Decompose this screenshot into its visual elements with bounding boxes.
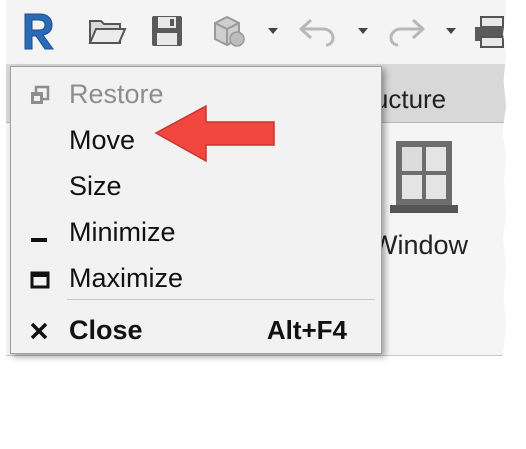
undo-icon[interactable] bbox=[292, 10, 342, 52]
window-tool-button[interactable] bbox=[372, 137, 482, 224]
annotation-arrow-icon bbox=[154, 104, 275, 163]
menu-item-label: Size bbox=[69, 171, 122, 201]
open-folder-icon[interactable] bbox=[84, 10, 130, 52]
window-icon bbox=[390, 141, 458, 213]
restore-icon bbox=[31, 85, 50, 104]
menu-item-label: Minimize bbox=[69, 217, 176, 247]
print-icon[interactable] bbox=[470, 10, 506, 52]
sync-dropdown-chevron-down-icon[interactable] bbox=[268, 28, 278, 34]
close-icon bbox=[30, 322, 48, 340]
screenshot-frame: tructure Window Restore Move Size Minimi… bbox=[0, 0, 526, 449]
synchronize-icon[interactable] bbox=[202, 10, 252, 52]
redo-dropdown-chevron-down-icon[interactable] bbox=[446, 28, 456, 34]
revit-window: tructure Window Restore Move Size Minimi… bbox=[6, 0, 506, 425]
menu-item-size[interactable]: Size bbox=[11, 165, 381, 209]
menu-item-maximize[interactable]: Maximize bbox=[11, 257, 381, 301]
save-icon[interactable] bbox=[144, 10, 190, 52]
minimize-icon bbox=[31, 238, 47, 242]
menu-item-label: Move bbox=[69, 125, 136, 155]
menu-item-shortcut: Alt+F4 bbox=[266, 315, 347, 345]
menu-item-label: Restore bbox=[69, 79, 164, 109]
undo-dropdown-chevron-down-icon[interactable] bbox=[358, 28, 368, 34]
maximize-icon bbox=[30, 271, 50, 289]
menu-item-minimize[interactable]: Minimize bbox=[11, 211, 381, 255]
redo-icon[interactable] bbox=[382, 10, 432, 52]
menu-separator bbox=[67, 299, 375, 300]
menu-item-label: Close bbox=[69, 315, 143, 345]
window-tool-label: Window bbox=[372, 230, 469, 260]
menu-item-close[interactable]: Close Alt+F4 bbox=[11, 309, 381, 353]
menu-item-label: Maximize bbox=[69, 263, 184, 293]
drawing-area bbox=[6, 356, 506, 425]
revit-logo-icon[interactable] bbox=[14, 10, 62, 52]
quick-access-toolbar bbox=[6, 0, 506, 64]
